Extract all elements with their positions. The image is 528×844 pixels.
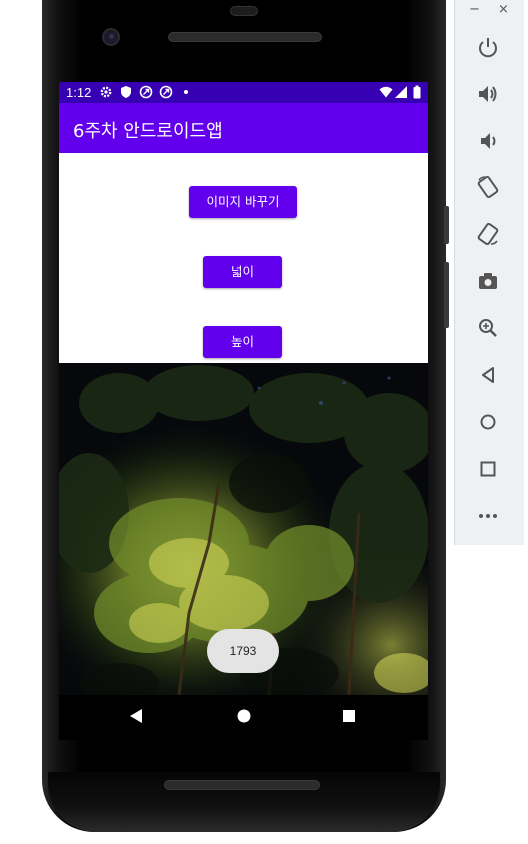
- more-icon[interactable]: [476, 504, 500, 528]
- volume-up-icon[interactable]: [476, 82, 500, 106]
- wifi-icon: [379, 86, 393, 98]
- recents-icon[interactable]: [342, 708, 356, 724]
- bottom-speaker-grille: [164, 780, 320, 790]
- button-panel: 이미지 바꾸기 넓이 높이: [59, 153, 428, 363]
- top-speaker-grille: [168, 32, 322, 42]
- height-button[interactable]: 높이: [203, 326, 282, 358]
- phone-side-button[interactable]: [444, 206, 449, 244]
- screenshot-icon[interactable]: [476, 269, 500, 293]
- navigation-bar: [59, 695, 428, 740]
- power-icon[interactable]: [476, 36, 500, 60]
- settings-icon: [100, 86, 112, 98]
- home-icon[interactable]: [476, 410, 500, 434]
- phone-screen: 1:12 6주차 안드로이드앱 이미지 바꾸기 넓이 높이 1793: [59, 82, 428, 740]
- rotate-right-icon[interactable]: [476, 222, 500, 246]
- front-camera: [102, 28, 120, 46]
- status-bar: 1:12: [59, 82, 428, 103]
- zoom-icon[interactable]: [476, 316, 500, 340]
- app-bar: 6주차 안드로이드앱: [59, 103, 428, 153]
- volume-down-icon[interactable]: [476, 129, 500, 153]
- shield-icon: [121, 86, 131, 98]
- back-icon[interactable]: [129, 708, 143, 724]
- earpiece-cap: [230, 6, 258, 16]
- phone-volume-button[interactable]: [444, 262, 449, 328]
- sync-icon-2: [159, 85, 173, 99]
- notification-dot-icon: [184, 90, 188, 94]
- app-title: 6주차 안드로이드앱: [73, 121, 223, 142]
- status-time: 1:12: [66, 85, 92, 100]
- change-image-button[interactable]: 이미지 바꾸기: [189, 186, 297, 218]
- minimize-button[interactable]: −: [469, 2, 480, 17]
- close-button[interactable]: ×: [498, 2, 509, 17]
- width-button[interactable]: 넓이: [203, 256, 282, 288]
- back-icon[interactable]: [476, 363, 500, 387]
- battery-icon: [413, 85, 421, 99]
- home-icon[interactable]: [236, 708, 252, 724]
- sync-icon: [139, 85, 153, 99]
- overview-icon[interactable]: [476, 457, 500, 481]
- signal-icon: [395, 86, 407, 98]
- emulator-toolbar: − ×: [454, 0, 524, 545]
- toast-message: 1793: [207, 629, 279, 673]
- rotate-left-icon[interactable]: [476, 175, 500, 199]
- stage: 1:12 6주차 안드로이드앱 이미지 바꾸기 넓이 높이 1793 − ×: [0, 0, 528, 844]
